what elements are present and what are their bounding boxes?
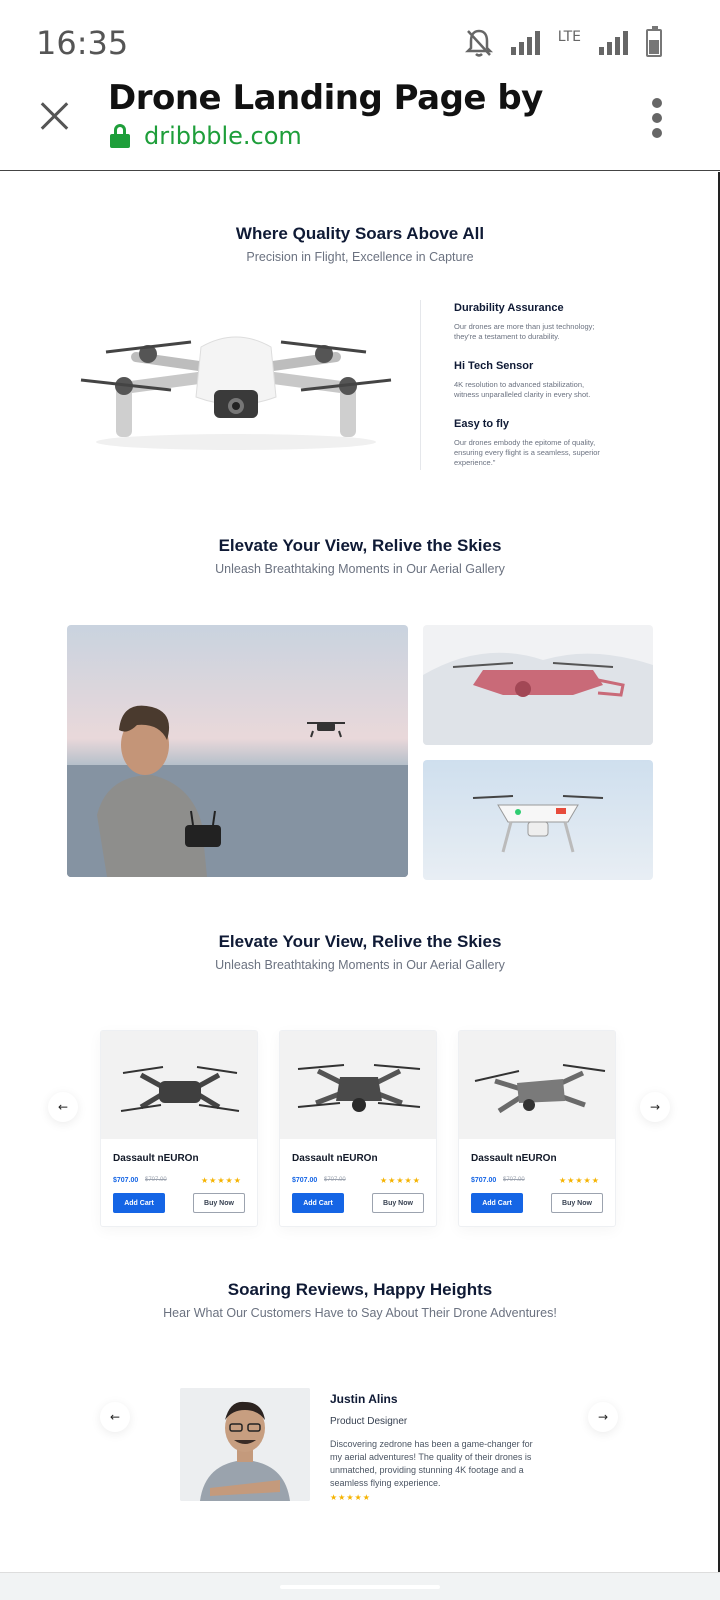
signal-icon-2 — [599, 31, 628, 55]
product-old-price: $707.00 — [145, 1177, 167, 1183]
product-price: $707.00 — [113, 1177, 139, 1184]
product-price: $707.00 — [471, 1177, 497, 1184]
feature-title: Durability Assurance — [454, 302, 564, 314]
gallery-image-red-drone — [423, 625, 653, 745]
product-card[interactable]: Dassault nEUROn $707.00 $707.00 ★★★★★ Ad… — [458, 1030, 616, 1227]
status-icons: LTE — [464, 26, 662, 58]
reviews-next-button[interactable]: → — [588, 1402, 618, 1432]
quality-subtitle: Precision in Flight, Excellence in Captu… — [246, 250, 474, 264]
bottom-bar — [0, 1572, 720, 1600]
product-card[interactable]: Dassault nEUROn $707.00 $707.00 ★★★★★ Ad… — [100, 1030, 258, 1227]
more-options-icon[interactable] — [650, 98, 664, 138]
product-card[interactable]: Dassault nEUROn $707.00 $707.00 ★★★★★ Ad… — [279, 1030, 437, 1227]
rating-stars: ★★★★★ — [201, 1176, 242, 1185]
feature-desc: Our drones are more than just technology… — [454, 322, 595, 341]
reviews-title: Soaring Reviews, Happy Heights — [227, 1280, 493, 1299]
product-name: Dassault nEUROn — [113, 1153, 199, 1164]
gallery-title: Elevate Your View, Relive the Skies — [218, 536, 502, 555]
browser-header: Drone Landing Page by dribbble.com — [0, 76, 720, 171]
products-next-button[interactable]: → — [640, 1092, 670, 1122]
buy-now-button[interactable]: Buy Now — [551, 1193, 603, 1213]
hero-drone-image — [76, 302, 396, 452]
network-type: LTE — [557, 29, 581, 45]
products-title: Elevate Your View, Relive the Skies — [218, 932, 502, 951]
reviewer-role: Product Designer — [330, 1416, 408, 1427]
status-time: 16:35 — [36, 24, 129, 62]
reviews-prev-button[interactable]: ← — [100, 1402, 130, 1432]
buy-now-button[interactable]: Buy Now — [193, 1193, 245, 1213]
rating-stars: ★★★★★ — [380, 1176, 421, 1185]
feature-desc: Our drones embody the epitome of quality… — [454, 438, 600, 467]
product-old-price: $707.00 — [503, 1177, 525, 1183]
product-image — [459, 1031, 615, 1139]
reviewer-name: Justin Alins — [330, 1392, 398, 1406]
battery-icon — [646, 26, 662, 57]
review-text: Discovering zedrone has been a game-chan… — [330, 1439, 533, 1488]
quality-title: Where Quality Soars Above All — [235, 224, 485, 243]
feature-title: Hi Tech Sensor — [454, 360, 534, 372]
webpage-content: Where Quality Soars Above All Precision … — [0, 172, 720, 1572]
products-prev-button[interactable]: ← — [48, 1092, 78, 1122]
product-image — [101, 1031, 257, 1139]
feature-desc: 4K resolution to advanced stabilization,… — [454, 380, 591, 399]
close-icon[interactable] — [34, 96, 74, 136]
lock-icon — [110, 124, 130, 148]
gallery-image-white-drone — [423, 760, 653, 880]
bottom-handle[interactable] — [280, 1585, 440, 1589]
reviewer-avatar — [180, 1388, 310, 1501]
gallery-subtitle: Unleash Breathtaking Moments in Our Aeri… — [215, 562, 505, 576]
feature-divider — [420, 300, 421, 470]
reviews-subtitle: Hear What Our Customers Have to Say Abou… — [163, 1306, 557, 1320]
product-price: $707.00 — [292, 1177, 318, 1184]
gallery-image-pilot — [67, 625, 408, 877]
product-old-price: $707.00 — [324, 1177, 346, 1183]
product-name: Dassault nEUROn — [471, 1153, 557, 1164]
add-cart-button[interactable]: Add Cart — [292, 1193, 344, 1213]
add-cart-button[interactable]: Add Cart — [471, 1193, 523, 1213]
add-cart-button[interactable]: Add Cart — [113, 1193, 165, 1213]
url-text: dribbble.com — [144, 122, 302, 150]
product-image — [280, 1031, 436, 1139]
products-subtitle: Unleash Breathtaking Moments in Our Aeri… — [215, 958, 505, 972]
feature-title: Easy to fly — [454, 418, 510, 430]
review-rating-stars: ★★★★★ — [330, 1493, 371, 1502]
page-title: Drone Landing Page by — [108, 78, 543, 118]
status-bar: 16:35 LTE — [0, 0, 720, 76]
notifications-off-icon — [464, 28, 493, 58]
buy-now-button[interactable]: Buy Now — [372, 1193, 424, 1213]
signal-icon — [510, 31, 540, 55]
product-name: Dassault nEUROn — [292, 1153, 378, 1164]
rating-stars: ★★★★★ — [559, 1176, 600, 1185]
url-row[interactable]: dribbble.com — [110, 122, 302, 150]
